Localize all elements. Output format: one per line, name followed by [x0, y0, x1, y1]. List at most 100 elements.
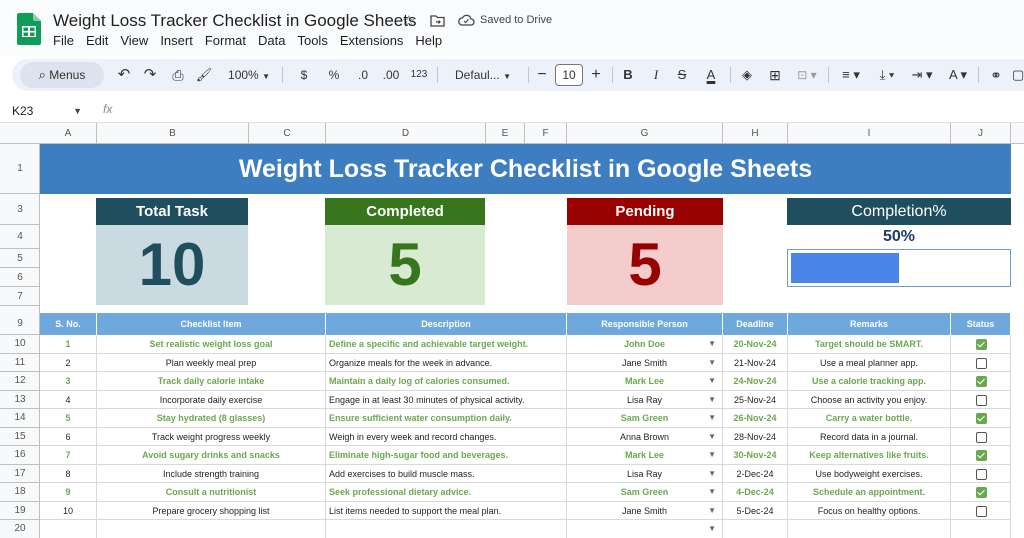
- font-size-input[interactable]: 10: [555, 64, 583, 86]
- name-box[interactable]: K23 ▼: [8, 102, 86, 120]
- status-checkbox[interactable]: [975, 339, 987, 350]
- merge-cells-icon[interactable]: ⊡ ▾: [794, 59, 820, 91]
- status-checkbox[interactable]: [975, 468, 987, 480]
- responsible-person-cell[interactable]: John Doe ▼: [567, 335, 723, 354]
- percent-format-button[interactable]: %: [326, 59, 342, 91]
- decrease-font-size-button[interactable]: −: [534, 59, 550, 91]
- text-rotation-icon[interactable]: A ▾: [944, 59, 972, 91]
- row-header-20[interactable]: 20: [0, 520, 40, 538]
- text-color-icon[interactable]: A: [702, 59, 720, 91]
- row-header-16[interactable]: 16: [0, 446, 40, 465]
- column-header-j[interactable]: J: [951, 123, 1011, 144]
- vertical-align-icon[interactable]: ⤓ ▾: [874, 59, 900, 91]
- row-header-5[interactable]: 5: [0, 249, 40, 268]
- text-wrap-icon[interactable]: ⇥ ▾: [908, 59, 936, 91]
- horizontal-align-icon[interactable]: ≡ ▾: [838, 59, 864, 91]
- row-header-11[interactable]: 11: [0, 354, 40, 372]
- column-header-b[interactable]: B: [97, 123, 249, 144]
- row-header-15[interactable]: 15: [0, 428, 40, 446]
- move-folder-icon[interactable]: [430, 14, 445, 27]
- more-formats-button[interactable]: 123: [408, 59, 430, 91]
- responsible-person-cell[interactable]: Lisa Ray ▼: [567, 390, 723, 409]
- dropdown-chevron-icon[interactable]: ▼: [708, 446, 716, 464]
- document-title[interactable]: Weight Loss Tracker Checklist in Google …: [53, 11, 416, 31]
- dropdown-chevron-icon[interactable]: ▼: [708, 520, 716, 538]
- bold-icon[interactable]: B: [620, 59, 636, 91]
- redo-icon[interactable]: ↷: [140, 59, 160, 91]
- dropdown-chevron-icon[interactable]: ▼: [708, 354, 716, 372]
- column-header-e[interactable]: E: [486, 123, 525, 144]
- menu-help[interactable]: Help: [415, 33, 442, 48]
- status-checkbox[interactable]: [975, 431, 987, 443]
- menus-search-button[interactable]: ⌕ Menus: [20, 62, 104, 88]
- menu-view[interactable]: View: [120, 33, 148, 48]
- dropdown-chevron-icon[interactable]: ▼: [708, 391, 716, 409]
- menu-insert[interactable]: Insert: [160, 33, 193, 48]
- menu-file[interactable]: File: [53, 33, 74, 48]
- star-icon[interactable]: ☆: [402, 12, 415, 30]
- currency-format-button[interactable]: $: [296, 59, 312, 91]
- dropdown-chevron-icon[interactable]: ▼: [708, 502, 716, 520]
- status-checkbox[interactable]: [975, 450, 987, 461]
- responsible-person-cell[interactable]: Mark Lee ▼: [567, 372, 723, 391]
- row-header-4[interactable]: 4: [0, 225, 40, 249]
- strikethrough-icon[interactable]: S: [674, 59, 690, 91]
- responsible-person-cell[interactable]: Jane Smith ▼: [567, 501, 723, 520]
- cloud-saved-icon[interactable]: [457, 14, 475, 26]
- row-header-18[interactable]: 18: [0, 483, 40, 502]
- menu-edit[interactable]: Edit: [86, 33, 108, 48]
- menu-format[interactable]: Format: [205, 33, 246, 48]
- insert-link-icon[interactable]: ⚭: [986, 59, 1006, 91]
- dropdown-chevron-icon[interactable]: ▼: [708, 409, 716, 427]
- dropdown-chevron-icon[interactable]: ▼: [708, 372, 716, 390]
- row-header-6[interactable]: 6: [0, 268, 40, 287]
- status-checkbox[interactable]: [975, 394, 987, 406]
- insert-comment-icon[interactable]: ▢: [1012, 59, 1024, 91]
- column-header-i[interactable]: I: [788, 123, 951, 144]
- print-icon[interactable]: ⎙: [168, 59, 188, 91]
- dropdown-chevron-icon[interactable]: ▼: [708, 335, 716, 353]
- dropdown-chevron-icon[interactable]: ▼: [708, 465, 716, 483]
- row-header-10[interactable]: 10: [0, 335, 40, 354]
- column-header-h[interactable]: H: [723, 123, 788, 144]
- undo-icon[interactable]: ↶: [114, 59, 134, 91]
- responsible-person-cell[interactable]: Anna Brown ▼: [567, 427, 723, 446]
- row-header-14[interactable]: 14: [0, 409, 40, 428]
- menu-tools[interactable]: Tools: [297, 33, 327, 48]
- zoom-select[interactable]: 100% ▼: [224, 59, 274, 91]
- responsible-person-cell[interactable]: Mark Lee ▼: [567, 446, 723, 465]
- google-sheets-logo[interactable]: [17, 13, 41, 45]
- row-header-1[interactable]: 1: [0, 144, 40, 194]
- column-header-f[interactable]: F: [525, 123, 567, 144]
- empty-cell[interactable]: ▼: [567, 520, 723, 538]
- status-checkbox[interactable]: [975, 505, 987, 517]
- row-header-19[interactable]: 19: [0, 502, 40, 520]
- responsible-person-cell[interactable]: Lisa Ray ▼: [567, 464, 723, 483]
- responsible-person-cell[interactable]: Sam Green ▼: [567, 483, 723, 502]
- increase-decimal-button[interactable]: .00: [378, 59, 404, 91]
- row-header-17[interactable]: 17: [0, 465, 40, 483]
- font-select[interactable]: Defaul... ▼: [448, 59, 518, 91]
- italic-icon[interactable]: I: [648, 59, 664, 91]
- status-checkbox[interactable]: [975, 413, 987, 424]
- increase-font-size-button[interactable]: +: [588, 59, 604, 91]
- responsible-person-cell[interactable]: Jane Smith ▼: [567, 353, 723, 372]
- status-checkbox[interactable]: [975, 357, 987, 369]
- dropdown-chevron-icon[interactable]: ▼: [708, 483, 716, 501]
- dropdown-chevron-icon[interactable]: ▼: [708, 428, 716, 446]
- row-header-7[interactable]: 7: [0, 287, 40, 306]
- row-header-3[interactable]: 3: [0, 194, 40, 225]
- status-checkbox[interactable]: [975, 376, 987, 387]
- row-header-9[interactable]: 9: [0, 313, 40, 335]
- decrease-decimal-button[interactable]: .0: [352, 59, 374, 91]
- column-header-a[interactable]: A: [40, 123, 97, 144]
- column-header-c[interactable]: C: [249, 123, 326, 144]
- status-checkbox[interactable]: [975, 487, 987, 498]
- row-header-12[interactable]: 12: [0, 372, 40, 391]
- borders-icon[interactable]: ⊞: [766, 59, 784, 91]
- column-header-g[interactable]: G: [567, 123, 723, 144]
- menu-data[interactable]: Data: [258, 33, 285, 48]
- row-header-13[interactable]: 13: [0, 391, 40, 409]
- column-header-d[interactable]: D: [326, 123, 486, 144]
- fill-color-icon[interactable]: ◈: [738, 59, 756, 91]
